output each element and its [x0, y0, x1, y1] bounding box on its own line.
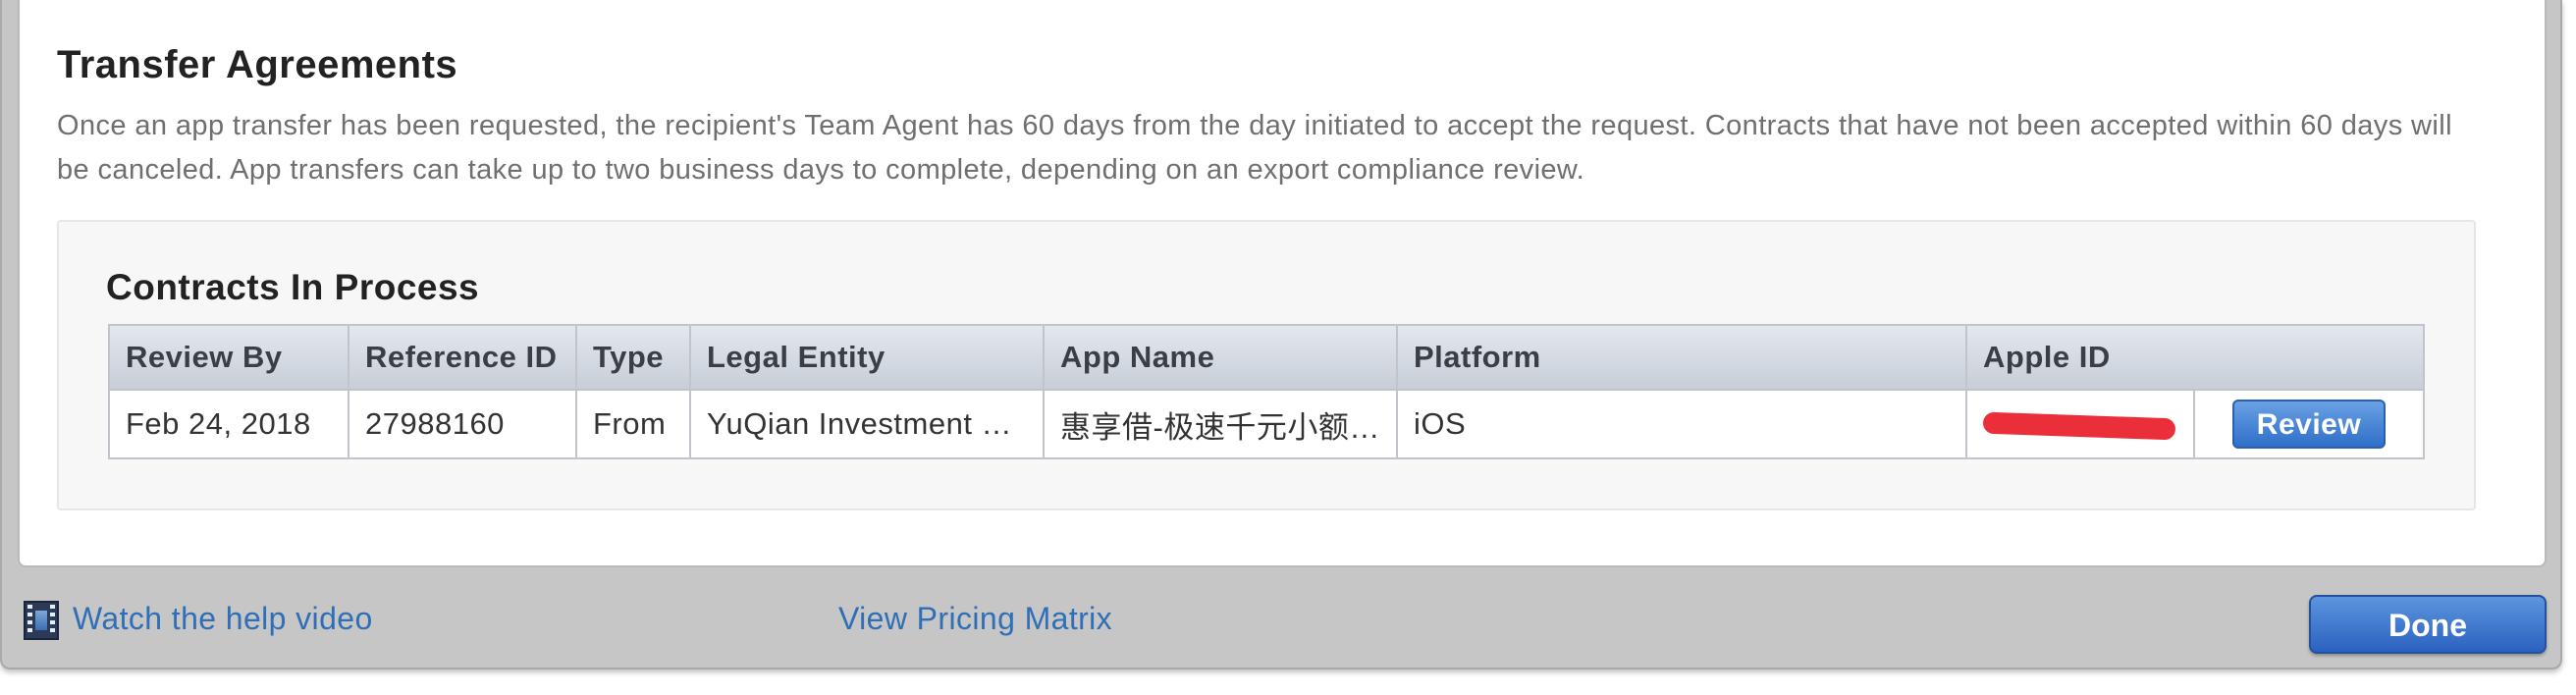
cell-reference-id: 27988160 [348, 389, 577, 459]
column-header-app-name[interactable]: App Name [1043, 324, 1398, 391]
contracts-title: Contracts In Process [106, 267, 480, 307]
done-button[interactable]: Done [2309, 595, 2547, 654]
cell-review-by: Feb 24, 2018 [108, 389, 349, 459]
review-button[interactable]: Review [2232, 400, 2386, 449]
cell-type: From [575, 389, 691, 459]
watch-help-video-link[interactable]: Watch the help video [73, 601, 373, 637]
column-header-reference-id[interactable]: Reference ID [348, 324, 577, 391]
section-title: Transfer Agreements [57, 43, 458, 86]
column-header-review-by[interactable]: Review By [108, 324, 349, 391]
column-header-apple-id[interactable]: Apple ID [1964, 324, 2426, 391]
table-row: Feb 24, 2018 27988160 From YuQian Invest… [108, 389, 2426, 459]
column-header-platform[interactable]: Platform [1396, 324, 1967, 391]
view-pricing-matrix-link[interactable]: View Pricing Matrix [838, 601, 1112, 637]
cell-app-name: 惠享借-极速千元小额… [1043, 389, 1398, 459]
cell-action: Review [2192, 389, 2426, 459]
contracts-table: Review By Reference ID Type Legal Entity… [108, 324, 2426, 459]
table-header-row: Review By Reference ID Type Legal Entity… [108, 324, 2426, 391]
film-icon[interactable] [24, 601, 59, 640]
section-description: Once an app transfer has been requested,… [57, 110, 2452, 186]
redaction-mark [1982, 411, 2176, 441]
cell-apple-id [1965, 389, 2195, 459]
column-header-type[interactable]: Type [575, 324, 691, 391]
column-header-legal-entity[interactable]: Legal Entity [689, 324, 1045, 391]
cell-legal-entity: YuQian Investment … [689, 389, 1045, 459]
cell-platform: iOS [1396, 389, 1967, 459]
